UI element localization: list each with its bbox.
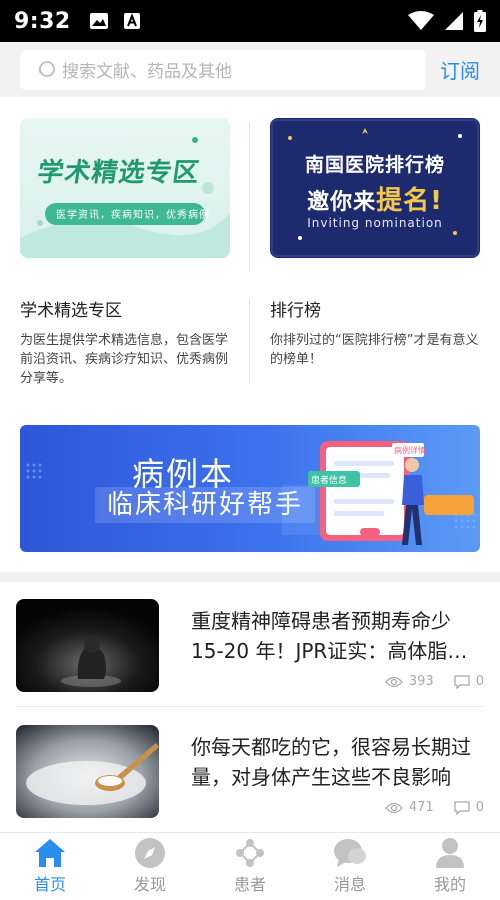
comment-icon xyxy=(454,674,470,689)
ranking-banner-en: Inviting nomination xyxy=(307,216,443,230)
article-title: 你每天都吃的它，很容易长期过量，对身体产生这些不良影响 xyxy=(191,735,471,789)
ranking-banner-line1: 南国医院排行榜 xyxy=(304,154,445,176)
gallery-icon xyxy=(89,13,108,29)
status-time: 9:32 xyxy=(14,8,71,34)
tab-home[interactable]: 首页 xyxy=(0,833,100,900)
tab-patients[interactable]: 患者 xyxy=(200,833,300,900)
tab-label: 消息 xyxy=(333,875,366,894)
search-bar-row: 搜索文献、药品及其他 订阅 xyxy=(0,42,500,97)
status-bar: 9:32 xyxy=(0,0,500,42)
card-divider xyxy=(249,298,250,384)
article-title: 重度精神障碍患者预期寿命少15-20 年！JPR证实：高体脂、高血糖是罪魁祸首 xyxy=(191,609,468,663)
subscribe-button[interactable]: 订阅 xyxy=(440,55,488,84)
signal-icon xyxy=(445,12,463,30)
ranking-banner-line2: 邀你来提名! xyxy=(270,180,480,217)
eye-icon xyxy=(385,802,403,813)
comment-count: 0 xyxy=(475,674,484,689)
ranking-banner-invite: 邀你来 xyxy=(307,190,377,215)
ranking-card-title: 排行榜 xyxy=(270,301,321,321)
ranking-banner[interactable]: 南国医院排行榜 邀你来提名! Inviting nomination xyxy=(270,118,480,258)
patients-icon xyxy=(236,839,264,867)
article-item[interactable]: 重度精神障碍患者预期寿命少15-20 年！JPR证实：高体脂、高血糖是罪魁祸首 … xyxy=(0,582,500,707)
comment-count: 0 xyxy=(475,800,484,815)
article-separator xyxy=(16,706,484,707)
feature-cards: 学术精选专区 医学资讯，疾病知识，优秀病例 学术精选专区 为医生提供学术精选信息… xyxy=(0,118,500,388)
profile-icon xyxy=(436,838,464,868)
tab-label: 患者 xyxy=(233,875,266,894)
view-count: 471 xyxy=(408,800,434,815)
academic-banner-title: 学术精选专区 xyxy=(35,158,202,188)
search-placeholder: 搜索文献、药品及其他 xyxy=(62,62,232,82)
tab-label: 首页 xyxy=(33,875,66,894)
card-divider xyxy=(249,122,250,272)
academic-card-title: 学术精选专区 xyxy=(20,301,122,321)
message-icon xyxy=(334,839,366,867)
tab-messages[interactable]: 消息 xyxy=(300,833,400,900)
compass-icon xyxy=(135,838,165,868)
view-count: 393 xyxy=(408,674,434,689)
promo-badge-patient-info: 患者信息 xyxy=(311,476,348,486)
article-thumbnail xyxy=(16,599,159,692)
article-thumbnail xyxy=(16,725,159,818)
tab-label: 发现 xyxy=(133,875,166,894)
tab-profile[interactable]: 我的 xyxy=(400,833,500,900)
tab-discover[interactable]: 发现 xyxy=(100,833,200,900)
ranking-banner-nominate: 提名! xyxy=(376,186,443,216)
bottom-tab-bar: 首页 发现 患者 消息 我的 xyxy=(0,832,500,900)
academic-card-desc: 为医生提供学术精选信息，包含医学前沿资讯、疾病诊疗知识、优秀病例分享等。 xyxy=(20,333,229,386)
article-item[interactable]: 你每天都吃的它，很容易长期过量，对身体产生这些不良影响 471 0 xyxy=(0,708,500,833)
article-meta: 393 0 xyxy=(385,674,484,689)
comment-icon xyxy=(454,800,470,815)
battery-icon xyxy=(474,10,486,32)
tab-label: 我的 xyxy=(433,875,466,894)
ranking-card-desc: 你排列过的“医院排行榜”才是有意义的榜单！ xyxy=(270,333,479,367)
academic-banner[interactable]: 学术精选专区 医学资讯，疾病知识，优秀病例 xyxy=(20,118,230,258)
wifi-icon xyxy=(408,11,434,30)
eye-icon xyxy=(385,676,403,687)
ranking-card[interactable]: 南国医院排行榜 邀你来提名! Inviting nomination 排行榜 你… xyxy=(270,118,500,369)
font-notification-icon xyxy=(123,13,140,29)
article-meta: 471 0 xyxy=(385,800,484,815)
search-input[interactable]: 搜索文献、药品及其他 xyxy=(20,49,426,90)
home-icon xyxy=(35,839,65,867)
academic-card[interactable]: 学术精选专区 医学资讯，疾病知识，优秀病例 学术精选专区 为医生提供学术精选信息… xyxy=(20,118,250,388)
search-icon xyxy=(38,60,55,77)
promo-subtitle: 临床科研好帮手 xyxy=(95,487,316,523)
academic-banner-sub: 医学资讯，疾病知识，优秀病例 xyxy=(56,210,210,221)
promo-badge-case-detail: 病例详情 xyxy=(394,446,426,455)
case-notebook-banner[interactable]: 病例本 临床科研好帮手 患者信息 病例详情 xyxy=(20,425,480,552)
section-divider xyxy=(0,572,500,582)
